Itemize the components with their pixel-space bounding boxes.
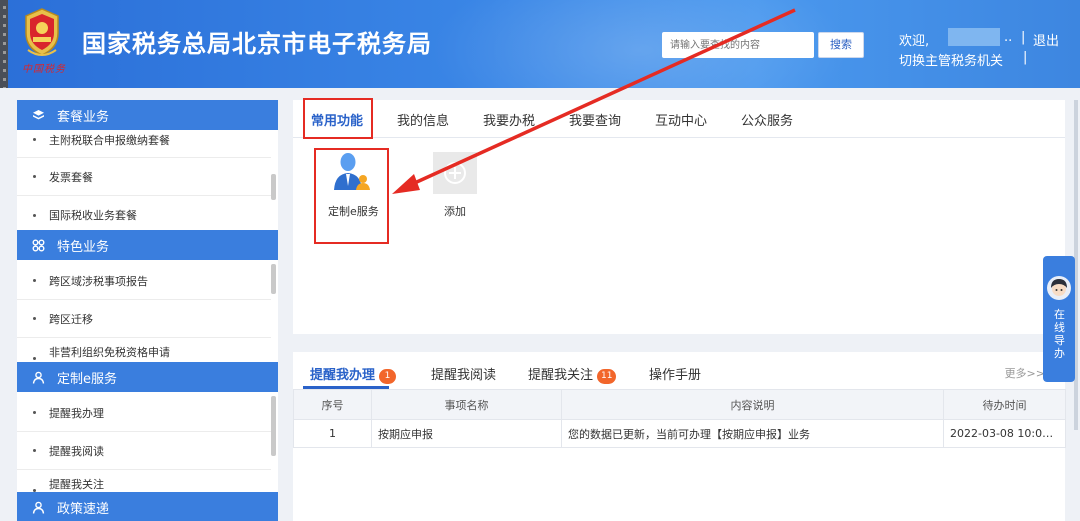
reminders-panel: 提醒我办理 1 提醒我阅读 提醒我关注 11 操作手册 更多>> 序号 事项名称 内… xyxy=(293,352,1066,521)
function-tabs: 常用功能 我的信息 我要办税 我要查询 互动中心 公众服务 xyxy=(293,100,1065,138)
sidebar-item[interactable]: 国际税收业务套餐 xyxy=(17,196,271,234)
sidebar-item[interactable]: 发票套餐 xyxy=(17,158,271,196)
tab-public-service[interactable]: 公众服务 xyxy=(741,110,793,129)
add-icon[interactable] xyxy=(433,152,477,194)
sidebar: 套餐业务 主附税联合申报缴纳套餐 发票套餐 国际税收业务套餐 特色业务 跨区域涉… xyxy=(17,100,278,521)
welcome-text: 欢迎, xyxy=(899,34,930,49)
tab-label: 提醒我办理 xyxy=(310,368,376,383)
bullet xyxy=(33,279,36,282)
switch-tax-authority-link[interactable]: 切换主管税务机关 xyxy=(899,50,1003,69)
username-redacted xyxy=(948,28,1000,46)
sidebar-item[interactable]: 提醒我办理 xyxy=(17,394,271,432)
sidebar-scrollbar[interactable] xyxy=(271,396,276,456)
tax-emblem-icon xyxy=(25,8,59,56)
online-guide-widget[interactable]: 在线导办 xyxy=(1043,256,1075,382)
common-functions-panel: 常用功能 我的信息 我要办税 我要查询 互动中心 公众服务 定制e服务 添加 xyxy=(293,98,1065,334)
search-input[interactable] xyxy=(662,32,814,58)
sidebar-scrollbar[interactable] xyxy=(271,264,276,294)
tab-manual[interactable]: 操作手册 xyxy=(649,364,701,383)
sidebar-item[interactable]: 非营利组织免税资格申请 xyxy=(17,340,271,360)
sidebar-item-label: 跨区域涉税事项报告 xyxy=(49,274,148,288)
header-separator: | xyxy=(1021,30,1026,45)
sidebar-item-label: 提醒我阅读 xyxy=(49,444,104,458)
emblem-caption: 中国税务 xyxy=(22,64,66,75)
bullet xyxy=(33,411,36,414)
sidebar-item-label: 国际税收业务套餐 xyxy=(49,209,137,222)
sidebar-item[interactable]: 主附税联合申报缴纳套餐 xyxy=(17,122,271,158)
user-icon xyxy=(31,370,45,384)
agent-avatar-icon xyxy=(1047,276,1071,300)
bullet xyxy=(33,138,36,141)
tab-my-info[interactable]: 我的信息 xyxy=(397,110,449,129)
highlight-box-tab xyxy=(303,98,373,139)
search-button[interactable]: 搜索 xyxy=(818,32,864,58)
sidebar-section-policy[interactable]: 政策速递 xyxy=(17,492,278,521)
tab-remind-handle[interactable]: 提醒我办理 1 xyxy=(310,364,397,384)
sidebar-section-label: 特色业务 xyxy=(57,239,110,255)
sidebar-item-label: 发票套餐 xyxy=(49,170,93,184)
tab-remind-follow[interactable]: 提醒我关注 11 xyxy=(528,364,617,384)
window-edge-strip xyxy=(0,0,8,88)
sidebar-item-label: 主附税联合申报缴纳套餐 xyxy=(49,133,170,147)
sidebar-item-label: 非营利组织免税资格申请 xyxy=(49,346,170,359)
username-ellipsis: .. xyxy=(1004,30,1013,45)
sidebar-item[interactable]: 提醒我阅读 xyxy=(17,432,271,470)
count-badge: 11 xyxy=(597,369,617,384)
sidebar-section-label: 定制e服务 xyxy=(57,371,117,387)
sidebar-item[interactable]: 提醒我关注 xyxy=(17,472,271,492)
sidebar-item-label: 提醒我关注 xyxy=(49,478,104,491)
count-badge: 1 xyxy=(379,369,397,384)
more-link[interactable]: 更多>> xyxy=(1005,365,1045,381)
top-banner: 中国税务 国家税务总局北京市电子税务局 搜索 欢迎, .. | 退出 切换主管税… xyxy=(0,0,1080,88)
tab-remind-read[interactable]: 提醒我阅读 xyxy=(431,364,496,383)
bullet xyxy=(33,357,36,360)
bullet xyxy=(33,213,36,217)
bullet xyxy=(33,449,36,452)
sidebar-section-special[interactable]: 特色业务 xyxy=(17,230,278,260)
sidebar-item[interactable]: 跨区域涉税事项报告 xyxy=(17,262,271,300)
sidebar-item-label: 提醒我办理 xyxy=(49,406,104,420)
tile-label-add[interactable]: 添加 xyxy=(444,203,466,219)
sidebar-section-label: 政策速递 xyxy=(57,501,110,517)
table-header-row: 序号 事项名称 内容说明 待办时间 xyxy=(293,389,1066,420)
table-cell-link[interactable]: 按期应申报 xyxy=(371,419,562,448)
column-header: 事项名称 xyxy=(371,389,562,420)
column-header: 序号 xyxy=(293,389,372,420)
sidebar-scrollbar[interactable] xyxy=(271,174,276,200)
tab-interaction-center[interactable]: 互动中心 xyxy=(655,110,707,129)
tab-label: 提醒我关注 xyxy=(528,368,594,383)
sidebar-section-custom-eservice[interactable]: 定制e服务 xyxy=(17,362,278,392)
tab-tax-handling[interactable]: 我要办税 xyxy=(483,110,535,129)
tab-query[interactable]: 我要查询 xyxy=(569,110,621,129)
table-cell: 您的数据已更新，当前可办理【按期应申报】业务 xyxy=(561,419,944,448)
sidebar-item-label: 跨区迁移 xyxy=(49,312,93,326)
header-separator: | xyxy=(1023,50,1028,65)
reminders-table: 序号 事项名称 内容说明 待办时间 1 按期应申报 您的数据已更新，当前可办理【… xyxy=(293,389,1066,448)
site-title: 国家税务总局北京市电子税务局 xyxy=(82,30,432,58)
grid-icon xyxy=(31,238,45,252)
package-icon xyxy=(31,108,45,122)
online-guide-label: 在线导办 xyxy=(1054,308,1065,360)
table-cell: 1 xyxy=(293,419,372,448)
column-header: 内容说明 xyxy=(561,389,944,420)
logout-link[interactable]: 退出 xyxy=(1033,30,1059,49)
bullet xyxy=(33,317,36,320)
sidebar-item[interactable]: 跨区迁移 xyxy=(17,300,271,338)
bullet xyxy=(33,175,36,178)
column-header: 待办时间 xyxy=(943,389,1066,420)
table-row[interactable]: 1 按期应申报 您的数据已更新，当前可办理【按期应申报】业务 2022-03-0… xyxy=(293,419,1066,448)
table-cell: 2022-03-08 10:09:... xyxy=(943,419,1066,448)
user-icon xyxy=(31,500,45,514)
highlight-box-tile xyxy=(314,148,389,244)
